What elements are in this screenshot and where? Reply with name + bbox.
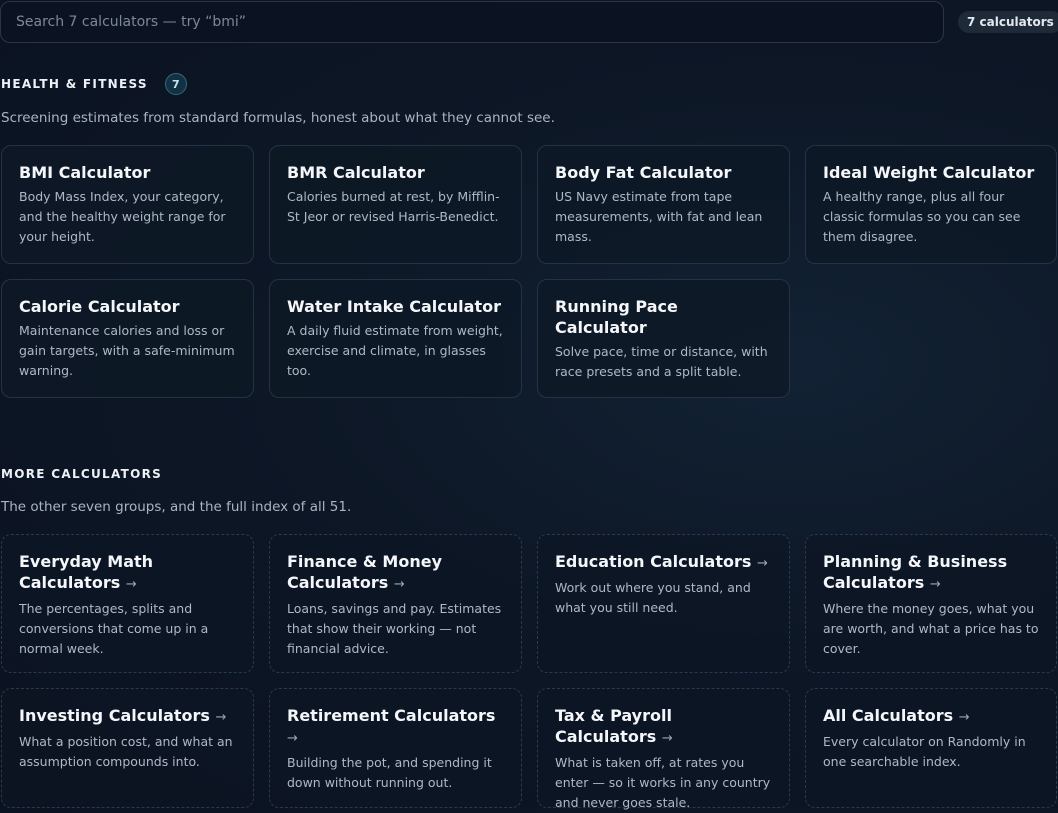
card-description: Where the money goes, what you are worth… — [823, 601, 1039, 656]
card-title: Investing Calculators → — [19, 705, 236, 728]
more-section-title: MORE CALCULATORS — [1, 467, 163, 481]
card-title-text: Investing Calculators — [19, 706, 210, 725]
card-description: A healthy range, plus all four classic f… — [823, 189, 1021, 244]
arrow-right-icon: → — [756, 556, 768, 571]
health-section-count-badge: 7 — [164, 73, 187, 95]
card-calorie-calculator[interactable]: Calorie Calculator Maintenance calories … — [1, 279, 254, 398]
card-title-text: Retirement Calculators — [287, 706, 496, 725]
card-education-calculators[interactable]: Education Calculators → Work out where y… — [537, 534, 790, 673]
arrow-right-icon: → — [929, 577, 941, 592]
card-water-intake-calculator[interactable]: Water Intake Calculator A daily fluid es… — [269, 279, 522, 398]
card-title-text: Tax & Payroll Calculators — [555, 706, 672, 746]
health-section-header: HEALTH & FITNESS 7 — [1, 73, 187, 95]
card-finance-money-calculators[interactable]: Finance & Money Calculators → Loans, sav… — [269, 534, 522, 673]
card-body-fat-calculator[interactable]: Body Fat Calculator US Navy estimate fro… — [537, 145, 790, 264]
card-tax-payroll-calculators[interactable]: Tax & Payroll Calculators → What is take… — [537, 688, 790, 810]
card-description: Body Mass Index, your category, and the … — [19, 189, 226, 244]
search-input[interactable] — [0, 1, 944, 43]
card-title-text: Education Calculators — [555, 552, 752, 571]
card-description: Every calculator on Randomly in one sear… — [823, 734, 1026, 769]
health-section-description: Screening estimates from standard formul… — [1, 110, 555, 126]
card-ideal-weight-calculator[interactable]: Ideal Weight Calculator A healthy range,… — [805, 145, 1057, 264]
card-planning-business-calculators[interactable]: Planning & Business Calculators → Where … — [805, 534, 1057, 673]
card-description: US Navy estimate from tape measurements,… — [555, 189, 763, 244]
card-description: A daily fluid estimate from weight, exer… — [287, 323, 503, 378]
card-description: What a position cost, and what an assump… — [19, 734, 233, 769]
card-description: Work out where you stand, and what you s… — [555, 580, 751, 615]
arrow-right-icon: → — [661, 731, 673, 746]
card-title: Water Intake Calculator — [287, 297, 501, 316]
card-title-text: All Calculators — [823, 706, 954, 725]
card-title: Tax & Payroll Calculators → — [555, 705, 772, 749]
calculator-count-badge: 7 calculators — [958, 11, 1058, 33]
card-title-text: Planning & Business Calculators — [823, 552, 1008, 592]
card-title: BMI Calculator — [19, 163, 151, 182]
card-bmi-calculator[interactable]: BMI Calculator Body Mass Index, your cat… — [1, 145, 254, 264]
card-description: Loans, savings and pay. Estimates that s… — [287, 601, 502, 656]
card-bmr-calculator[interactable]: BMR Calculator Calories burned at rest, … — [269, 145, 522, 264]
card-title: Everyday Math Calculators → — [19, 551, 236, 595]
card-retirement-calculators[interactable]: Retirement Calculators → Building the po… — [269, 688, 522, 808]
more-section-header: MORE CALCULATORS — [1, 467, 162, 481]
card-title: Ideal Weight Calculator — [823, 163, 1035, 182]
card-title: All Calculators → — [823, 705, 1039, 728]
arrow-right-icon: → — [287, 731, 298, 746]
arrow-right-icon: → — [125, 577, 137, 592]
arrow-right-icon: → — [215, 710, 227, 725]
more-section-description: The other seven groups, and the full ind… — [1, 499, 352, 515]
card-title: Running Pace Calculator — [555, 297, 678, 337]
card-title: Education Calculators → — [555, 551, 772, 574]
card-investing-calculators[interactable]: Investing Calculators → What a position … — [1, 688, 254, 808]
card-running-pace-calculator[interactable]: Running Pace Calculator Solve pace, time… — [537, 279, 790, 398]
card-description: The percentages, splits and conversions … — [19, 601, 209, 656]
card-description: Building the pot, and spending it down w… — [287, 755, 492, 790]
arrow-right-icon: → — [958, 710, 970, 725]
card-title: Body Fat Calculator — [555, 163, 732, 182]
card-title: Planning & Business Calculators → — [823, 551, 1039, 595]
search-row: 7 calculators — [0, 1, 1058, 45]
card-description: Maintenance calories and loss or gain ta… — [19, 323, 235, 378]
card-title: Retirement Calculators → — [287, 705, 504, 749]
card-title: Finance & Money Calculators → — [287, 551, 504, 595]
card-all-calculators[interactable]: All Calculators → Every calculator on Ra… — [805, 688, 1057, 808]
card-description: What is taken off, at rates you enter — … — [555, 755, 771, 810]
card-description: Calories burned at rest, by Mifflin-St J… — [287, 189, 500, 224]
card-everyday-math-calculators[interactable]: Everyday Math Calculators → The percenta… — [1, 534, 254, 673]
card-description: Solve pace, time or distance, with race … — [555, 344, 768, 379]
arrow-right-icon: → — [393, 577, 405, 592]
card-title: BMR Calculator — [287, 163, 425, 182]
card-title-text: Finance & Money Calculators — [287, 552, 443, 592]
health-section-title: HEALTH & FITNESS — [1, 77, 148, 91]
card-title: Calorie Calculator — [19, 297, 180, 316]
